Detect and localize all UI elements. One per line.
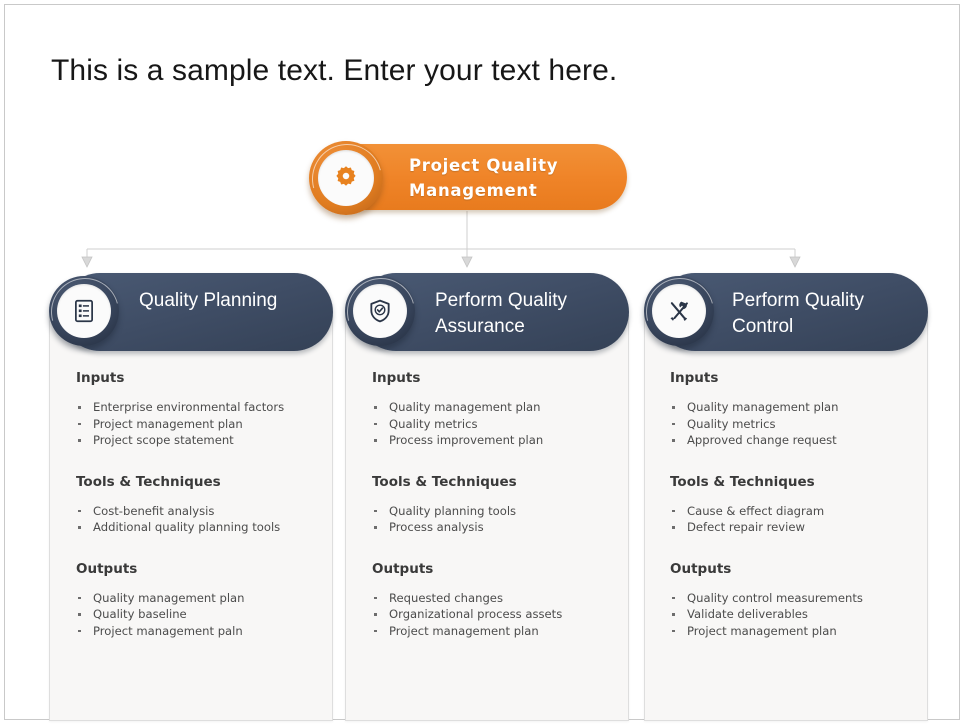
section-heading: Inputs <box>670 370 719 386</box>
page-title: This is a sample text. Enter your text h… <box>51 54 618 87</box>
section-tools-techniques: Tools & Techniques Cost-benefit analysis… <box>76 473 326 536</box>
card-content: Inputs Quality management plan Quality m… <box>372 369 622 639</box>
root-node-project-quality-management[interactable]: Project Quality Management <box>299 131 627 227</box>
section-inputs: Inputs Quality management plan Quality m… <box>670 369 920 449</box>
badge-inner-circle <box>57 284 111 338</box>
section-inputs: Inputs Enterprise environmental factors … <box>76 369 326 449</box>
shield-check-icon <box>370 299 390 323</box>
list-item: Project scope statement <box>76 432 326 449</box>
section-list: Quality planning tools Process analysis <box>372 503 622 536</box>
section-tools-techniques: Tools & Techniques Quality planning tool… <box>372 473 622 536</box>
list-item: Validate deliverables <box>670 606 920 623</box>
list-item: Project management paln <box>76 623 326 640</box>
list-item: Enterprise environmental factors <box>76 399 326 416</box>
section-heading: Inputs <box>372 370 421 386</box>
column-header-perform-quality-assurance[interactable]: Perform Quality Assurance <box>334 265 629 359</box>
list-item: Project management plan <box>670 623 920 640</box>
section-outputs: Outputs Quality management plan Quality … <box>76 560 326 640</box>
clipboard-list-icon <box>75 299 93 323</box>
section-list: Quality management plan Quality metrics … <box>372 399 622 449</box>
section-heading: Outputs <box>372 560 434 577</box>
slide-canvas: This is a sample text. Enter your text h… <box>4 4 960 721</box>
tools-cross-icon-badge <box>633 265 727 359</box>
shield-check-icon-badge <box>334 265 428 359</box>
list-item: Quality baseline <box>76 606 326 623</box>
list-item: Organizational process assets <box>372 606 622 623</box>
gear-icon <box>336 166 356 186</box>
list-item: Cost-benefit analysis <box>76 503 326 520</box>
list-item: Quality metrics <box>372 416 622 433</box>
column-title: Perform Quality Control <box>732 290 864 337</box>
section-outputs: Outputs Requested changes Organizational… <box>372 560 622 640</box>
section-list: Enterprise environmental factors Project… <box>76 399 326 449</box>
section-tools-techniques: Tools & Techniques Cause & effect diagra… <box>670 473 920 536</box>
list-item: Quality control measurements <box>670 590 920 607</box>
badge-inner-circle <box>353 284 407 338</box>
section-heading: Tools & Techniques <box>372 473 517 490</box>
list-item: Quality management plan <box>670 399 920 416</box>
section-heading: Inputs <box>76 370 125 386</box>
list-item: Process analysis <box>372 519 622 536</box>
list-item: Defect repair review <box>670 519 920 536</box>
badge-inner-circle <box>318 150 374 206</box>
list-item: Quality metrics <box>670 416 920 433</box>
section-list: Cost-benefit analysis Additional quality… <box>76 503 326 536</box>
card-content: Inputs Enterprise environmental factors … <box>76 369 326 639</box>
section-list: Quality control measurements Validate de… <box>670 590 920 640</box>
clipboard-list-icon-badge <box>38 265 132 359</box>
gear-icon-badge <box>299 131 395 227</box>
section-outputs: Outputs Quality control measurements Val… <box>670 560 920 640</box>
list-item: Process improvement plan <box>372 432 622 449</box>
list-item: Cause & effect diagram <box>670 503 920 520</box>
card-content: Inputs Quality management plan Quality m… <box>670 369 920 639</box>
section-list: Cause & effect diagram Defect repair rev… <box>670 503 920 536</box>
badge-inner-circle <box>652 284 706 338</box>
list-item: Quality management plan <box>76 590 326 607</box>
section-list: Quality management plan Quality metrics … <box>670 399 920 449</box>
list-item: Requested changes <box>372 590 622 607</box>
section-heading: Tools & Techniques <box>670 473 815 490</box>
column-header-quality-planning[interactable]: Quality Planning <box>38 265 333 359</box>
section-list: Quality management plan Quality baseline… <box>76 590 326 640</box>
section-heading: Tools & Techniques <box>76 473 221 490</box>
column-title: Perform Quality Assurance <box>435 290 567 337</box>
section-heading: Outputs <box>76 560 138 577</box>
list-item: Quality management plan <box>372 399 622 416</box>
column-title: Quality Planning <box>139 290 278 311</box>
list-item: Project management plan <box>372 623 622 640</box>
list-item: Quality planning tools <box>372 503 622 520</box>
section-heading: Outputs <box>670 560 732 577</box>
column-header-perform-quality-control[interactable]: Perform Quality Control <box>633 265 928 359</box>
list-item: Additional quality planning tools <box>76 519 326 536</box>
section-inputs: Inputs Quality management plan Quality m… <box>372 369 622 449</box>
root-node-label: Project Quality Management <box>409 156 559 200</box>
list-item: Approved change request <box>670 432 920 449</box>
tools-cross-icon <box>670 301 688 321</box>
section-list: Requested changes Organizational process… <box>372 590 622 640</box>
list-item: Project management plan <box>76 416 326 433</box>
